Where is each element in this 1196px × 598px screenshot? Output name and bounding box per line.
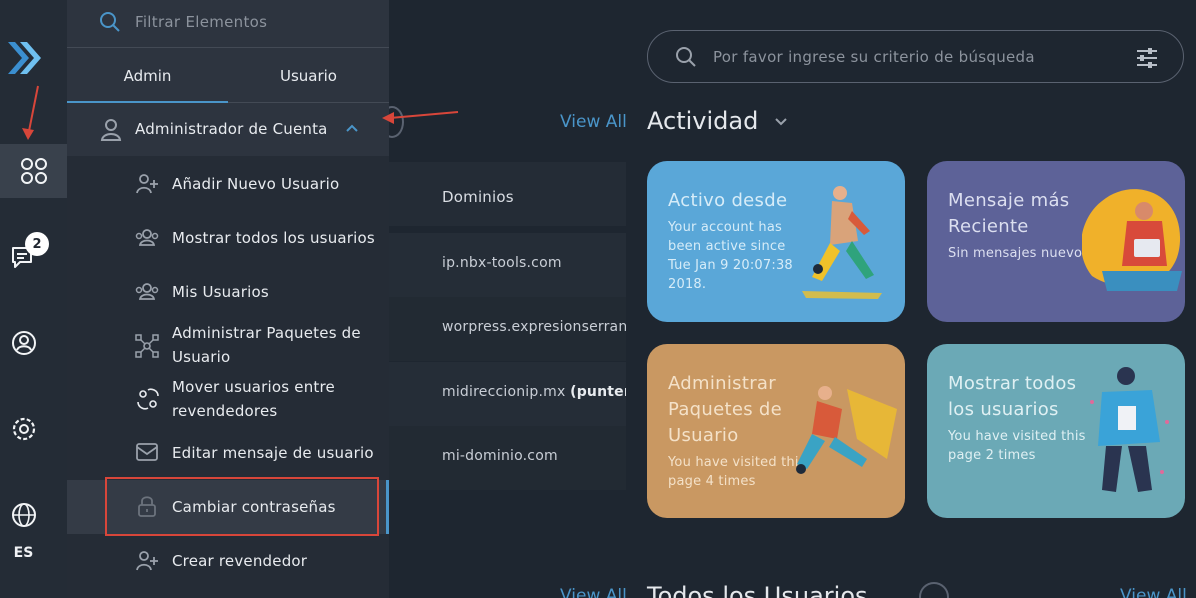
annotation-arrow-left [382,111,459,124]
active-indicator [386,480,389,534]
activity-title: Actividad [647,107,759,135]
apps-grid-button[interactable] [0,144,67,198]
settings-button[interactable] [0,402,47,456]
running-person-illustration [802,186,882,299]
add-user-icon [136,174,158,194]
notification-badge: 2 [25,232,49,256]
menu-item-move-users[interactable]: Mover usuarios entre revendedores [67,374,389,424]
chevron-down-icon[interactable] [773,116,789,128]
leaping-person-illustration [796,386,897,474]
menu-item-label: Crear revendedor [172,552,308,570]
activity-card-all-users[interactable]: Mostrar todos los usuarios You have visi… [927,344,1185,518]
menu-tabs: Admin Usuario [67,48,389,104]
envelope-icon [136,443,158,461]
users-view-all-link-left[interactable]: View All [560,586,627,598]
account-button[interactable] [0,316,47,370]
users-refresh-button[interactable] [919,582,949,598]
menu-item-label: Editar mensaje de usuario [172,444,374,462]
activity-card-user-packages[interactable]: Administrar Paquetes de Usuario You have… [647,344,905,518]
global-search-bar[interactable]: Por favor ingrese su criterio de búsqued… [647,30,1184,83]
users-group-icon [135,229,159,246]
menu-filter-bar[interactable]: Filtrar Elementos [67,0,389,48]
packages-icon [135,334,159,358]
language-button[interactable] [0,488,47,542]
menu-item-label: Administrar Paquetes de Usuario [172,324,361,366]
move-users-icon [137,388,159,410]
domain-name: worpress.expresionserrana [442,319,626,335]
annotation-arrow-down [22,85,39,140]
domain-name: mi-dominio.com [442,448,558,464]
user-icon [100,119,122,141]
search-input[interactable]: Por favor ingrese su criterio de búsqued… [713,48,1035,66]
menu-item-label: Mis Usuarios [172,283,269,301]
card-title: Activo desde [668,190,788,211]
domains-column-header: Dominios [442,188,514,206]
activity-card-latest-message[interactable]: Mensaje más Reciente Sin mensajes nuevos [927,161,1185,322]
domain-name: midireccionip.mx (puntero [442,384,626,400]
app-logo-icon[interactable] [4,36,44,80]
menu-item-label: Añadir Nuevo Usuario [172,175,340,193]
menu-item-label: Mover usuarios entre revendedores [172,378,335,420]
card-text: Sin mensajes nuevos [948,246,1090,261]
menu-item-show-all-users[interactable]: Mostrar todos los usuarios [67,214,389,262]
menu-item-add-user[interactable]: Añadir Nuevo Usuario [67,160,389,208]
users-group-icon [135,283,159,300]
table-row[interactable]: worpress.expresionserrana [389,297,626,361]
activity-card-active-since[interactable]: Activo desde Your account has been activ… [647,161,905,322]
person-laptop-illustration [1082,189,1182,291]
table-row[interactable]: midireccionip.mx (puntero [389,362,626,426]
users-view-all-link-right[interactable]: View All [1120,586,1187,598]
menu-item-create-reseller[interactable]: Crear revendedor [67,537,389,585]
tab-usuario[interactable]: Usuario [228,48,389,103]
search-icon [676,47,696,67]
menu-item-my-users[interactable]: Mis Usuarios [67,268,389,316]
apps-grid-icon [20,158,47,184]
globe-icon [11,503,36,527]
user-circle-icon [11,331,36,355]
all-users-title: Todos los Usuarios [647,582,868,598]
account-admin-section-header[interactable]: Administrador de Cuenta [67,103,389,156]
standing-person-illustration [1090,367,1169,492]
language-label[interactable]: ES [0,545,47,561]
chevron-up-icon[interactable] [345,123,359,133]
filter-sliders-icon[interactable] [1135,46,1159,70]
table-header: Dominios [389,162,626,226]
section-title: Administrador de Cuenta [135,120,328,138]
add-user-icon [136,551,158,571]
domains-view-all-link[interactable]: View All [560,112,627,132]
card-text: Your account has been active since Tue J… [668,220,793,292]
menu-filter-input[interactable]: Filtrar Elementos [135,13,267,31]
menu-item-label: Mostrar todos los usuarios [172,229,375,247]
search-icon [100,12,120,32]
table-row[interactable]: ip.nbx-tools.com [389,233,626,297]
table-row[interactable]: mi-dominio.com [389,426,626,490]
gear-icon [12,417,35,441]
domain-name: ip.nbx-tools.com [442,255,562,271]
menu-item-edit-message[interactable]: Editar mensaje de usuario [67,429,389,477]
tab-admin[interactable]: Admin [67,48,228,104]
domains-table: Dominios ip.nbx-tools.com worpress.expre… [389,162,626,490]
menu-item-manage-packages[interactable]: Administrar Paquetes de Usuario [67,320,389,370]
annotation-highlight-box [105,477,379,536]
card-title: Mensaje más Reciente [948,190,1070,237]
